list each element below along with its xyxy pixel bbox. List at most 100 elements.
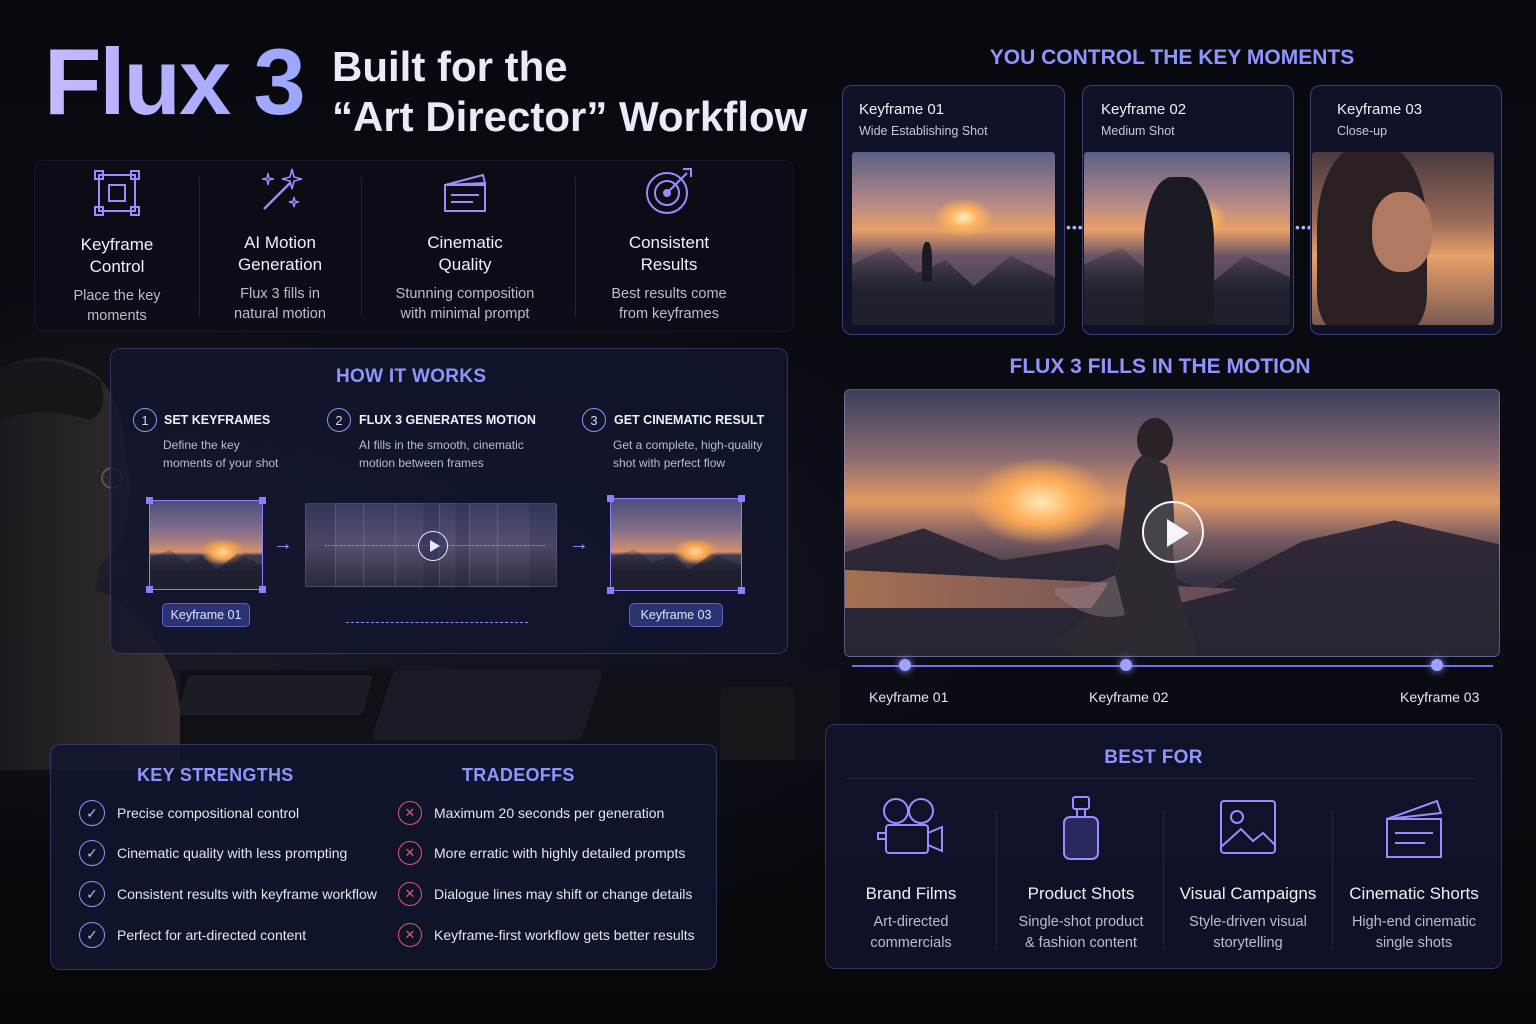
best-for-desc: Art-directed commercials <box>870 914 952 951</box>
tradeoff-item: ✕ Dialogue lines may shift or change deta… <box>398 882 692 906</box>
mountain-shape <box>852 247 1055 325</box>
timeline-label: Keyframe 03 <box>1400 689 1480 705</box>
how-it-works-title: HOW IT WORKS <box>336 366 487 387</box>
step-title: SET KEYFRAMES <box>164 413 271 427</box>
timeline-marker[interactable] <box>1431 659 1443 671</box>
keyframe-card-title: Keyframe 01 <box>859 101 945 118</box>
keyframe-card-subtitle: Wide Establishing Shot <box>859 124 988 138</box>
motion-title: FLUX 3 FILLS IN THE MOTION <box>1009 355 1311 378</box>
clapperboard-icon <box>444 173 487 212</box>
keyframe-card-title: Keyframe 03 <box>1337 101 1423 118</box>
check-icon: ✓ <box>79 922 105 948</box>
keyframe-image-closeup <box>1312 152 1494 325</box>
feature-desc: Flux 3 fills in natural motion <box>234 286 326 322</box>
strength-item: ✓ Cinematic quality with less prompting <box>79 840 347 866</box>
divider <box>575 177 576 317</box>
feature-keyframe-control: Keyframe Control Place the key moments <box>43 161 191 333</box>
handle-corner[interactable] <box>607 587 614 594</box>
key-strengths-title: KEY STRENGTHS <box>137 765 294 785</box>
feature-cinematic-quality: Cinematic Quality Stunning composition w… <box>375 161 555 333</box>
handle-corner[interactable] <box>259 586 266 593</box>
tradeoff-text: More erratic with highly detailed prompt… <box>434 845 686 861</box>
figure-silhouette <box>922 242 932 282</box>
timeline-label: Keyframe 02 <box>1089 689 1169 705</box>
step-number: 1 <box>133 408 157 432</box>
feature-consistent-results: Consistent Results Best results come fro… <box>591 161 747 333</box>
feature-title: Consistent Results <box>628 233 710 274</box>
keyframe-card-03[interactable]: Keyframe 03 Close-up <box>1310 85 1502 335</box>
figure-silhouette <box>1144 177 1214 325</box>
best-for-desc: Single-shot product & fashion content <box>1018 914 1144 951</box>
keyframe-frame-icon <box>94 170 140 216</box>
features-panel: Keyframe Control Place the key moments A… <box>34 160 794 332</box>
keyframe-start-tag[interactable]: Keyframe 01 <box>162 603 250 627</box>
divider <box>361 177 362 317</box>
best-for-title: BEST FOR <box>1104 747 1203 768</box>
best-for-title-text: Brand Films <box>865 884 957 903</box>
film-camera-icon <box>877 798 943 854</box>
feature-desc: Stunning composition with minimal prompt <box>395 286 535 322</box>
best-for-title-text: Cinematic Shorts <box>1349 884 1479 903</box>
check-icon: ✓ <box>79 800 105 826</box>
divider <box>1163 810 1164 950</box>
clapperboard-icon <box>1386 799 1443 858</box>
page-subtitle: Built for the “Art Director” Workflow <box>332 43 808 140</box>
perfume-bottle-icon <box>1063 796 1099 860</box>
tradeoff-text: Dialogue lines may shift or change detai… <box>434 886 693 902</box>
best-for-desc: Style-driven visual storytelling <box>1189 914 1307 951</box>
video-preview[interactable] <box>844 389 1500 657</box>
keyframe-start-thumbnail[interactable] <box>146 497 266 593</box>
strengths-tradeoffs-panel: KEY STRENGTHS TRADEOFFS ✓ Precise composi… <box>50 744 717 970</box>
timeline-marker[interactable] <box>899 659 911 671</box>
arrow-right-icon: → <box>273 533 293 555</box>
strength-item: ✓ Precise compositional control <box>79 800 299 826</box>
play-button[interactable] <box>1142 501 1204 563</box>
best-for-brand-films: Brand Films Art-directed commercials <box>828 795 994 954</box>
strength-text: Precise compositional control <box>117 805 300 821</box>
step-title: GET CINEMATIC RESULT <box>614 413 765 427</box>
cross-icon: ✕ <box>398 882 422 906</box>
handle-corner[interactable] <box>146 586 153 593</box>
keyframe-image-medium <box>1084 152 1290 325</box>
strength-text: Cinematic quality with less prompting <box>117 845 348 861</box>
handle-corner[interactable] <box>738 495 745 502</box>
cross-icon: ✕ <box>398 923 422 947</box>
keyframe-card-subtitle: Close-up <box>1337 124 1388 138</box>
arrow-right-icon: → <box>569 533 589 555</box>
keyframe-end-thumbnail[interactable] <box>607 495 745 594</box>
best-for-title-text: Product Shots <box>1027 884 1135 903</box>
tradeoff-text: Keyframe-first workflow gets better resu… <box>434 927 695 943</box>
handle-corner[interactable] <box>607 495 614 502</box>
timeline-marker[interactable] <box>1120 659 1132 671</box>
best-for-panel: BEST FOR Brand Films Art-directed commer… <box>825 724 1502 969</box>
target-icon <box>646 168 692 214</box>
face-shape <box>1372 192 1432 272</box>
check-icon: ✓ <box>79 840 105 866</box>
divider <box>846 778 1476 779</box>
how-it-works-panel: HOW IT WORKS 1 SET KEYFRAMES Define the … <box>110 348 788 654</box>
step-desc: Define the key moments of your shot <box>163 438 279 470</box>
handle-corner[interactable] <box>259 497 266 504</box>
strength-item: ✓ Consistent results with keyframe workfl… <box>79 881 377 907</box>
keyframe-card-02[interactable]: Keyframe 02 Medium Shot <box>1082 85 1294 335</box>
feature-title: Cinematic Quality <box>427 233 503 274</box>
keyframe-end-tag[interactable]: Keyframe 03 <box>629 603 723 627</box>
best-for-desc: High-end cinematic single shots <box>1351 914 1477 951</box>
handle-corner[interactable] <box>146 497 153 504</box>
play-icon[interactable] <box>418 531 448 561</box>
step-desc: AI fills in the smooth, cinematic motion… <box>359 438 524 470</box>
tradeoff-item: ✕ Maximum 20 seconds per generation <box>398 801 664 825</box>
tradeoffs-title: TRADEOFFS <box>462 765 575 785</box>
best-for-visual-campaigns: Visual Campaigns Style-driven visual sto… <box>1165 795 1331 954</box>
image-icon <box>1220 800 1276 854</box>
mountain-shape <box>611 549 741 590</box>
divider <box>996 810 997 950</box>
tradeoff-item: ✕ Keyframe-first workflow gets better res… <box>398 923 695 947</box>
feature-desc: Best results come from keyframes <box>611 286 727 322</box>
keyframe-timeline[interactable] <box>852 659 1493 671</box>
keyframe-card-01[interactable]: Keyframe 01 Wide Establishing Shot <box>842 85 1065 335</box>
handle-corner[interactable] <box>738 587 745 594</box>
divider <box>199 177 200 317</box>
mountain-shape <box>150 549 262 589</box>
keyframe-image-wide <box>852 152 1055 325</box>
